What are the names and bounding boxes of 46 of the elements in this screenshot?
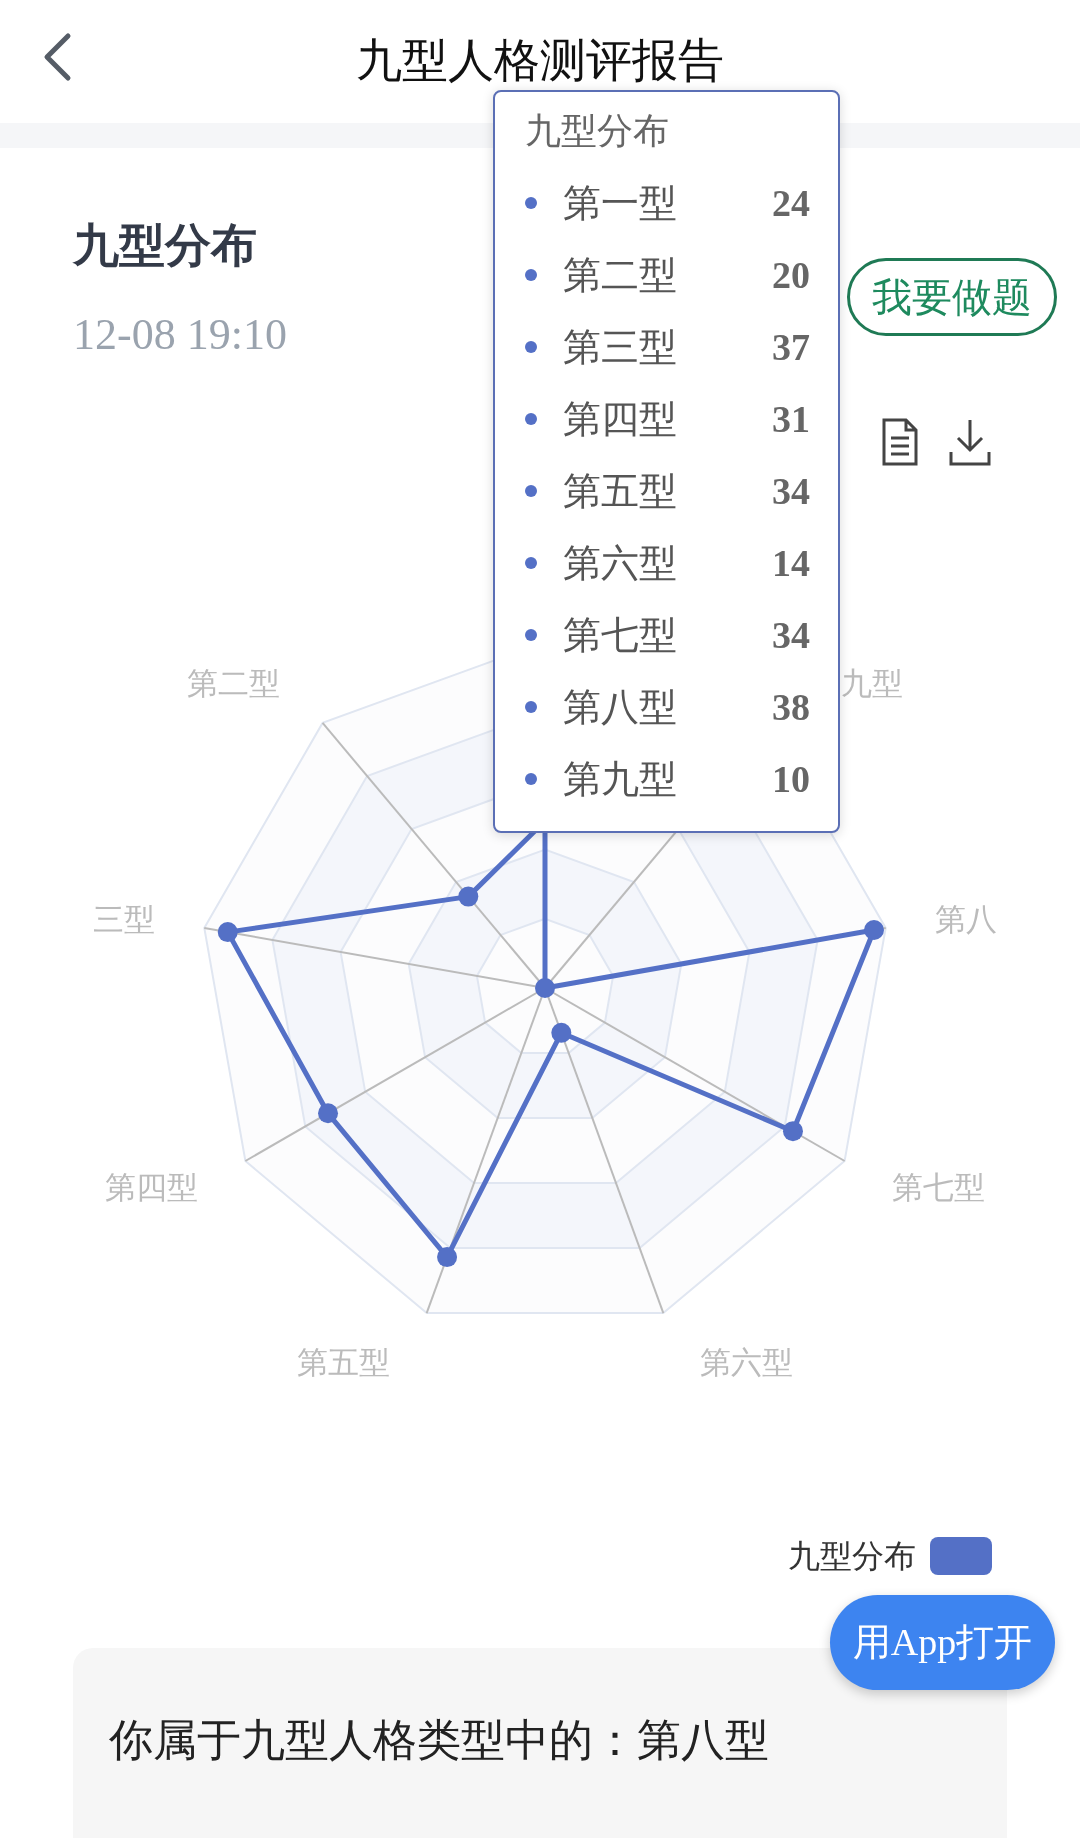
axis-label: 第四型 (105, 1169, 199, 1205)
tooltip-value: 24 (772, 180, 810, 226)
take-test-button[interactable]: 我要做题 (847, 258, 1057, 336)
open-in-app-button[interactable]: 用App打开 (830, 1595, 1055, 1690)
axis-label: 第八 (935, 900, 998, 937)
tooltip-label: 第二型 (563, 252, 677, 298)
timestamp: 12-08 19:10 (73, 309, 287, 362)
axis-label: 九型 (841, 665, 904, 702)
series-dot-icon (525, 197, 537, 210)
series-dot-icon (525, 701, 537, 714)
tooltip-label: 第五型 (563, 468, 677, 514)
tooltip-label: 第四型 (563, 396, 677, 442)
download-icon[interactable] (948, 418, 992, 466)
tooltip-value: 14 (772, 540, 810, 586)
legend-label: 九型分布 (788, 1537, 916, 1576)
tooltip-label: 第三型 (563, 324, 677, 370)
tooltip-label: 第七型 (563, 612, 677, 658)
series-dot-icon (525, 629, 537, 642)
page-title: 九型人格测评报告 (356, 38, 724, 84)
series-dot-icon (525, 773, 537, 786)
tooltip-label: 第九型 (563, 756, 677, 802)
document-icon[interactable] (882, 418, 918, 466)
tooltip-value: 38 (772, 684, 810, 730)
card-title: 九型分布 (73, 218, 258, 273)
tooltip-value: 10 (772, 756, 810, 802)
legend-swatch[interactable] (930, 1537, 992, 1575)
result-text: 你属于九型人格类型中的：第八型 (109, 1715, 770, 1767)
axis-label: 第二型 (186, 665, 280, 702)
tooltip-label: 第一型 (563, 180, 677, 226)
tooltip-value: 34 (772, 612, 810, 658)
axis-label: 第七型 (891, 1169, 985, 1205)
tooltip-value: 37 (772, 324, 810, 370)
tooltip-label: 第八型 (563, 684, 677, 730)
axis-label: 第五型 (296, 1344, 390, 1380)
series-dot-icon (525, 413, 537, 426)
series-dot-icon (525, 341, 537, 354)
series-dot-icon (525, 269, 537, 282)
series-dot-icon (525, 485, 537, 498)
tooltip-value: 34 (772, 468, 810, 514)
axis-label: 三型 (92, 900, 155, 937)
tooltip-value: 20 (772, 252, 810, 298)
tooltip-label: 第六型 (563, 540, 677, 586)
tooltip-value: 31 (772, 396, 810, 442)
axis-label: 第六型 (700, 1344, 794, 1380)
series-dot-icon (525, 557, 537, 570)
tooltip-title: 九型分布 (525, 110, 670, 153)
